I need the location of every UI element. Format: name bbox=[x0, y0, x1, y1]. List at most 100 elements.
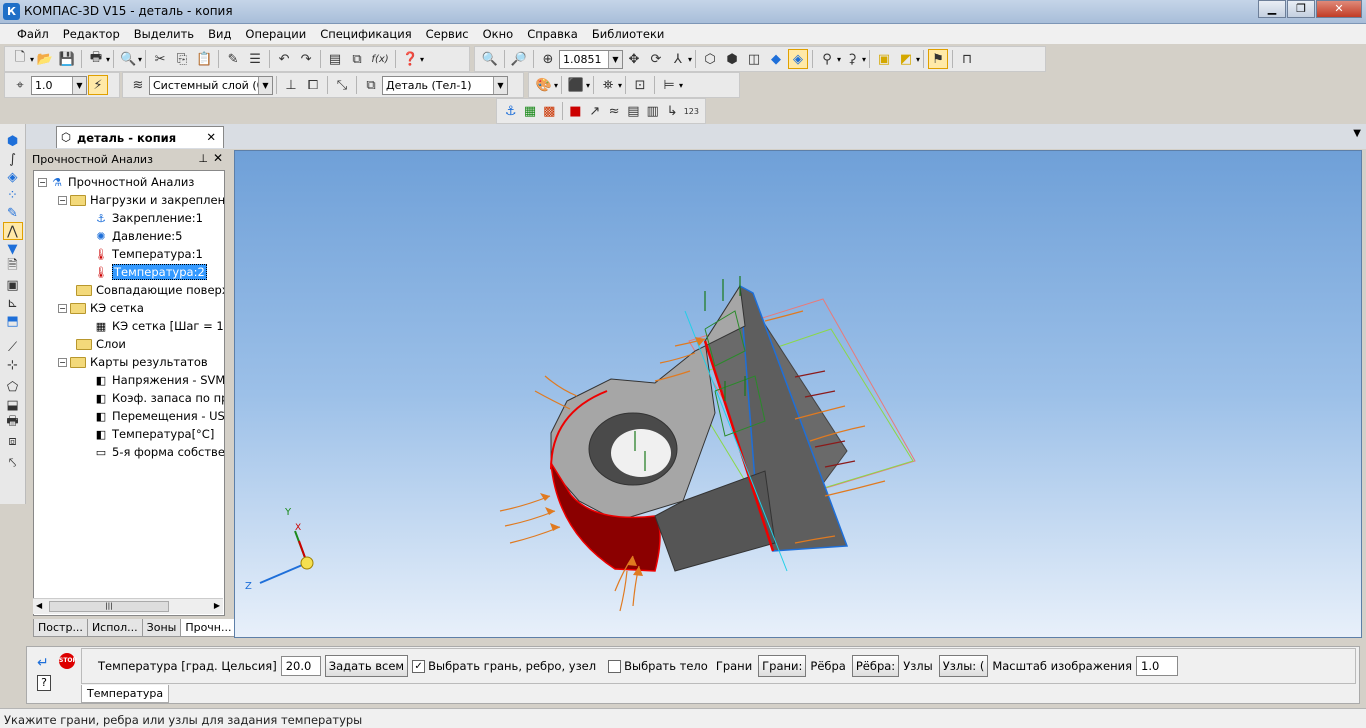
clip-icon[interactable]: ⊡ bbox=[630, 75, 650, 95]
faces-button[interactable]: Грани: bbox=[758, 655, 807, 677]
halftone-icon[interactable]: ◆ bbox=[766, 49, 786, 69]
tab-build[interactable]: Постр... bbox=[33, 619, 88, 637]
reference-points-icon[interactable]: ⊹ bbox=[3, 356, 23, 374]
step-select[interactable]: 1.0 ▼ bbox=[31, 75, 87, 95]
model-viewport[interactable]: Y X Z bbox=[234, 150, 1362, 638]
scale-input[interactable]: 1.0 bbox=[1136, 656, 1179, 676]
tab-strength[interactable]: Прочн... bbox=[180, 619, 237, 637]
collapse-icon[interactable]: − bbox=[58, 303, 67, 313]
result-map-icon[interactable]: ▩ bbox=[541, 101, 558, 121]
maximize-button[interactable]: ❐ bbox=[1287, 0, 1315, 18]
new-document-icon[interactable]: 🗋 bbox=[10, 49, 30, 69]
select-face-checkbox[interactable]: ✓ bbox=[412, 659, 426, 673]
tree-node[interactable]: − ⚗ Прочностной Анализ bbox=[38, 173, 194, 191]
zoom-window-icon[interactable]: 🔍 bbox=[480, 49, 500, 69]
variables-icon[interactable]: ▤ bbox=[325, 49, 345, 69]
strength-analysis-icon[interactable]: ⋀ bbox=[2, 222, 23, 240]
tree-node[interactable]: ◧ Перемещения - USU bbox=[94, 407, 224, 425]
edit-icon[interactable]: ✎ bbox=[3, 204, 23, 222]
menu-service[interactable]: Сервис bbox=[419, 24, 476, 44]
menu-edit[interactable]: Редактор bbox=[56, 24, 127, 44]
close-tab-icon[interactable]: ✕ bbox=[206, 130, 216, 144]
close-panel-icon[interactable]: ✕ bbox=[213, 151, 223, 165]
stop-icon[interactable]: STOP bbox=[59, 653, 77, 669]
equation-icon[interactable]: ⧉ bbox=[347, 49, 367, 69]
table-icon[interactable]: ▤ bbox=[625, 101, 642, 121]
palette-icon[interactable]: 🎨 bbox=[534, 75, 554, 95]
dimension-icon[interactable]: ⊨ bbox=[659, 75, 679, 95]
chart-icon[interactable]: ↳ bbox=[663, 101, 680, 121]
context-help-icon[interactable]: ❓ bbox=[400, 49, 420, 69]
hidden-thin-icon[interactable]: ◫ bbox=[744, 49, 764, 69]
apply-icon[interactable]: ↵ bbox=[37, 655, 49, 671]
save-icon[interactable]: 💾 bbox=[57, 49, 77, 69]
close-button[interactable]: ✕ bbox=[1316, 0, 1362, 18]
constraint-icon[interactable]: ⤣ bbox=[3, 454, 23, 472]
help-icon[interactable]: ? bbox=[37, 675, 51, 691]
menu-select[interactable]: Выделить bbox=[127, 24, 201, 44]
report-tools-icon[interactable]: ▣ bbox=[3, 276, 23, 294]
deformation-icon[interactable]: ≈ bbox=[605, 101, 622, 121]
body-select[interactable]: Деталь (Тел-1) ▼ bbox=[382, 75, 508, 95]
collapse-icon[interactable]: − bbox=[38, 177, 47, 187]
surface-icon[interactable]: ◈ bbox=[3, 168, 23, 186]
select-body-checkbox[interactable] bbox=[608, 659, 622, 673]
orientation-icon[interactable]: ⅄ bbox=[668, 49, 688, 69]
menu-libraries[interactable]: Библиотеки bbox=[585, 24, 672, 44]
tree-node[interactable]: ◧ Температура[°C] bbox=[94, 425, 215, 443]
assembly-icon[interactable]: ⧈ bbox=[3, 432, 23, 450]
tab-document[interactable]: ⬡ деталь - копия ✕ bbox=[56, 126, 224, 148]
snap-grid-icon[interactable]: ⚡ bbox=[88, 75, 108, 95]
tree-node[interactable]: ✺ Давление:5 bbox=[94, 227, 182, 245]
scroll-left-icon[interactable]: ◀ bbox=[36, 601, 42, 610]
solid-color-icon[interactable]: ⬛ bbox=[566, 75, 586, 95]
spec-icon[interactable]: 🗎 bbox=[3, 258, 23, 276]
tree-node[interactable]: Слои bbox=[76, 335, 126, 353]
tree-node-selected[interactable]: 🌡 Температура:2 bbox=[94, 263, 207, 281]
menu-operations[interactable]: Операции bbox=[238, 24, 313, 44]
body-icon[interactable]: ⧉ bbox=[361, 75, 381, 95]
open-folder-icon[interactable]: 📂 bbox=[35, 49, 55, 69]
measure-tools-icon[interactable]: ⊾ bbox=[3, 294, 23, 312]
tree-node[interactable]: − КЭ сетка bbox=[58, 299, 144, 317]
scroll-thumb[interactable]: ||| bbox=[49, 601, 169, 612]
zoom-all-icon[interactable]: 🔎 bbox=[509, 49, 529, 69]
nodes-button[interactable]: Узлы: ( bbox=[938, 655, 989, 677]
menu-help[interactable]: Справка bbox=[520, 24, 585, 44]
menu-file[interactable]: Файл bbox=[10, 24, 56, 44]
undo-icon[interactable]: ↶ bbox=[274, 49, 294, 69]
sketch-icon[interactable]: ⬠ bbox=[3, 378, 23, 396]
select-filter-icon[interactable]: ⚳ bbox=[842, 49, 862, 69]
print-preview-icon[interactable]: 🔍 bbox=[118, 49, 138, 69]
tree-node[interactable]: Совпадающие поверхн bbox=[76, 281, 224, 299]
sheet-metal-icon[interactable]: ⬒ bbox=[3, 312, 23, 330]
menu-view[interactable]: Вид bbox=[201, 24, 238, 44]
menu-specification[interactable]: Спецификация bbox=[313, 24, 418, 44]
scroll-right-icon[interactable]: ▶ bbox=[214, 601, 220, 610]
numbers-icon[interactable]: 123 bbox=[683, 101, 700, 121]
section-icon[interactable]: ◩ bbox=[896, 49, 916, 69]
cut-icon[interactable]: ✂ bbox=[150, 49, 170, 69]
rotate-icon[interactable]: ⟳ bbox=[646, 49, 666, 69]
minimize-button[interactable]: ▁ bbox=[1258, 0, 1286, 18]
fx-icon[interactable]: f(x) bbox=[369, 49, 391, 69]
measure-icon[interactable]: ⊓ bbox=[957, 49, 977, 69]
pan-icon[interactable]: ✥ bbox=[624, 49, 644, 69]
zoom-in-icon[interactable]: ⊕ bbox=[538, 49, 558, 69]
collapse-icon[interactable]: − bbox=[58, 195, 67, 205]
hidden-lines-icon[interactable]: ⬢ bbox=[722, 49, 742, 69]
menu-window[interactable]: Окно bbox=[476, 24, 521, 44]
aux-geometry-icon[interactable]: ⟋ bbox=[3, 338, 23, 356]
redo-icon[interactable]: ↷ bbox=[296, 49, 316, 69]
properties-icon[interactable]: ✎ bbox=[223, 49, 243, 69]
print-icon[interactable]: 🖶 bbox=[86, 49, 106, 69]
pin-icon[interactable]: ⊥ bbox=[198, 152, 208, 165]
print-tools-icon[interactable]: 🖶 bbox=[3, 414, 23, 432]
snap-icon[interactable]: ⚑ bbox=[928, 49, 949, 69]
paste-icon[interactable]: 📋 bbox=[194, 49, 214, 69]
cube-icon[interactable]: ▣ bbox=[874, 49, 894, 69]
mesh-icon[interactable]: ▦ bbox=[521, 101, 538, 121]
solid-tools-icon[interactable]: ⬢ bbox=[3, 132, 23, 150]
collapse-icon[interactable]: − bbox=[58, 357, 67, 367]
temperature-input[interactable]: 20.0 bbox=[280, 656, 321, 676]
